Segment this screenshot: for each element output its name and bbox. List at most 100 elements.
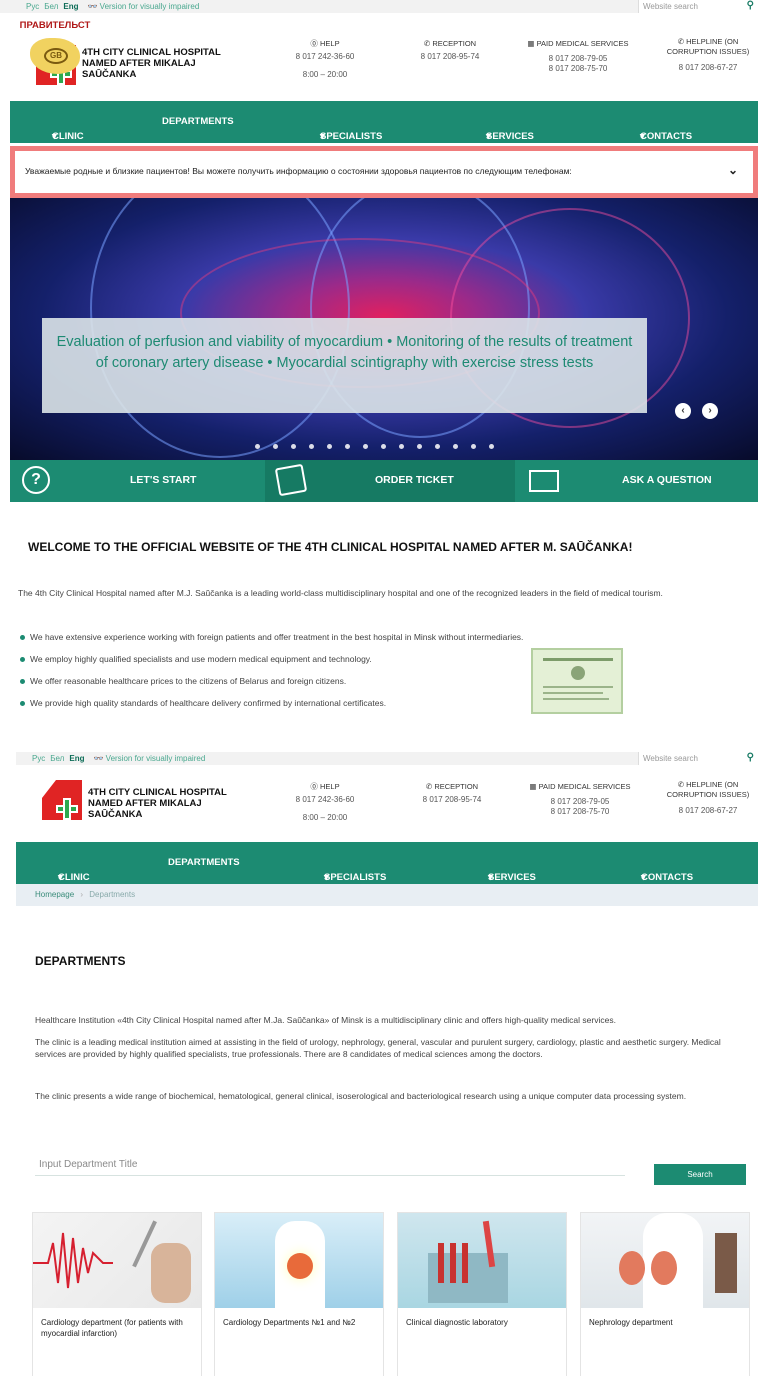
main-nav: CLINIC ▾ DEPARTMENTS SPECIALISTS ▾ SERVI…	[16, 842, 758, 884]
nav-departments[interactable]: DEPARTMENTS	[162, 116, 234, 127]
helpline-phone[interactable]: 8 017 208-67-27	[660, 806, 756, 816]
slider-dot[interactable]	[453, 444, 458, 449]
slider-dot[interactable]	[291, 444, 296, 449]
reception-phone[interactable]: 8 017 208-95-74	[408, 50, 492, 63]
site-search-input[interactable]: Website search ⚲	[638, 0, 758, 13]
page-title: DEPARTMENTS	[35, 954, 126, 968]
welcome-title: WELCOME TO THE OFFICIAL WEBSITE OF THE 4…	[28, 540, 633, 554]
glasses-icon: 👓	[93, 754, 104, 763]
cardiology-image	[33, 1213, 201, 1308]
helpline-contact: ✆ HELPLINE (ON CORRUPTION ISSUES) 8 017 …	[660, 780, 756, 816]
lang-be[interactable]: Бел	[50, 754, 64, 763]
slider-dot[interactable]	[381, 444, 386, 449]
search-icon[interactable]: ⚲	[747, 752, 754, 763]
helpline-phone[interactable]: 8 017 208-67-27	[660, 63, 756, 73]
search-icon[interactable]: ⚲	[747, 0, 754, 11]
heartbeat-icon	[33, 1220, 191, 1303]
paid-phone-2[interactable]: 8 017 208-75-70	[522, 807, 638, 817]
cardiology-doctor-image	[215, 1213, 383, 1308]
lang-en[interactable]: Eng	[63, 2, 78, 11]
benefit-item: We employ highly qualified specialists a…	[20, 654, 372, 664]
home-screenshot: Рус Бел Eng 👓 Version for visually impai…	[0, 0, 758, 716]
paid-services-contact: ▦ PAID MEDICAL SERVICES 8 017 208-79-05 …	[520, 37, 636, 74]
slider-dot[interactable]	[327, 444, 332, 449]
hospital-name: 4TH CITY CLINICAL HOSPITAL NAMED AFTER M…	[82, 47, 221, 80]
department-card[interactable]: Cardiology department (for patients with…	[32, 1212, 202, 1376]
phone-icon: ✆	[677, 780, 685, 789]
paid-phone-2[interactable]: 8 017 208-75-70	[520, 64, 636, 74]
certificate-image[interactable]	[531, 648, 623, 714]
nav-departments[interactable]: DEPARTMENTS	[168, 857, 240, 868]
lang-ru[interactable]: Рус	[26, 2, 39, 11]
help-icon: ⓪	[310, 39, 318, 48]
reception-contact: ✆ RECEPTION 8 017 208-95-74	[408, 37, 492, 63]
top-bar: Рус Бел Eng 👓 Version for visually impai…	[16, 752, 758, 765]
language-switcher: Рус Бел Eng 👓 Version for visually impai…	[26, 2, 199, 11]
breadcrumb-separator: ›	[80, 890, 84, 899]
caret-down-icon: ▾	[486, 131, 491, 142]
paid-phone-1[interactable]: 8 017 208-79-05	[522, 797, 638, 807]
department-card-title: Clinical diagnostic laboratory	[406, 1318, 508, 1327]
site-search-input[interactable]: Website search ⚲	[638, 752, 758, 765]
slider-dot[interactable]	[435, 444, 440, 449]
slider-dot[interactable]	[345, 444, 350, 449]
reception-contact: ✆ RECEPTION 8 017 208-95-74	[410, 780, 494, 806]
help-hours: 8:00 – 20:00	[302, 70, 348, 79]
phone-icon: ✆	[423, 39, 431, 48]
caret-down-icon: ▾	[641, 872, 646, 883]
top-bar: Рус Бел Eng 👓 Version for visually impai…	[0, 0, 758, 13]
lang-en[interactable]: Eng	[69, 754, 84, 763]
departments-intro-2: The clinic is a leading medical institut…	[35, 1037, 721, 1059]
ticket-icon	[274, 463, 308, 497]
hospital-name: 4TH CITY CLINICAL HOSPITAL NAMED AFTER M…	[88, 787, 227, 820]
caret-down-icon: ▾	[640, 131, 645, 142]
benefit-item: We have extensive experience working wit…	[19, 632, 524, 642]
department-search-button[interactable]: Search	[654, 1164, 746, 1185]
slider-next-button[interactable]: ›	[702, 403, 718, 419]
department-card-title: Cardiology department (for patients with…	[41, 1318, 183, 1338]
visually-impaired-link[interactable]: 👓 Version for visually impaired	[87, 2, 199, 11]
slider-dot[interactable]	[399, 444, 404, 449]
order-ticket-button[interactable]: ORDER TICKET	[265, 460, 515, 502]
breadcrumb-home[interactable]: Homepage	[35, 890, 74, 899]
department-card[interactable]: Nephrology department	[580, 1212, 750, 1376]
document-icon: ▦	[529, 782, 537, 791]
chevron-down-icon[interactable]: ⌄	[728, 163, 738, 177]
language-switcher: Рус Бел Eng 👓 Version for visually impai…	[32, 754, 205, 763]
slider-dot[interactable]	[417, 444, 422, 449]
department-card[interactable]: Cardiology Departments №1 and №2	[214, 1212, 384, 1376]
slider-dot[interactable]	[309, 444, 314, 449]
visually-impaired-link[interactable]: 👓 Version for visually impaired	[93, 754, 205, 763]
benefit-item: We provide high quality standards of hea…	[19, 698, 387, 708]
department-card-title: Cardiology Departments №1 and №2	[223, 1318, 356, 1327]
help-contact: ⓪ HELP 8 017 242-36-60 8:00 – 20:00	[284, 780, 366, 824]
department-card[interactable]: Clinical diagnostic laboratory	[397, 1212, 567, 1376]
help-phone[interactable]: 8 017 242-36-60	[284, 50, 366, 63]
caret-down-icon: ▾	[324, 872, 329, 883]
document-icon: ▦	[527, 39, 535, 48]
ask-question-button[interactable]: ASK A QUESTION	[515, 460, 758, 502]
help-phone[interactable]: 8 017 242-36-60	[284, 793, 366, 806]
breadcrumb: Homepage › Departments	[16, 884, 758, 906]
main-nav: CLINIC ▾ DEPARTMENTS SPECIALISTS ▾ SERVI…	[10, 101, 758, 143]
slider-dot[interactable]	[273, 444, 278, 449]
lang-ru[interactable]: Рус	[32, 754, 45, 763]
action-bar: ? LET'S START ORDER TICKET ASK A QUESTIO…	[10, 460, 758, 502]
benefit-item: We offer reasonable healthcare prices to…	[19, 676, 347, 686]
hero-caption: Evaluation of perfusion and viability of…	[42, 318, 647, 413]
announcement-banner: Уважаемые родные и близкие пациентов! Вы…	[10, 146, 758, 198]
reception-phone[interactable]: 8 017 208-95-74	[410, 793, 494, 806]
lang-be[interactable]: Бел	[44, 2, 58, 11]
paid-services-contact: ▦ PAID MEDICAL SERVICES 8 017 208-79-05 …	[522, 780, 638, 817]
paid-phone-1[interactable]: 8 017 208-79-05	[520, 54, 636, 64]
hospital-logo[interactable]	[42, 780, 82, 820]
lets-start-button[interactable]: ? LET'S START	[10, 460, 265, 502]
slider-prev-button[interactable]: ‹	[675, 403, 691, 419]
slider-dot[interactable]	[471, 444, 476, 449]
question-circle-icon: ?	[22, 466, 50, 494]
slider-dot[interactable]	[255, 444, 260, 449]
slider-dot[interactable]	[489, 444, 494, 449]
slider-dot[interactable]	[363, 444, 368, 449]
caret-down-icon: ▾	[320, 131, 325, 142]
department-search-input[interactable]: Input Department Title	[35, 1153, 625, 1176]
